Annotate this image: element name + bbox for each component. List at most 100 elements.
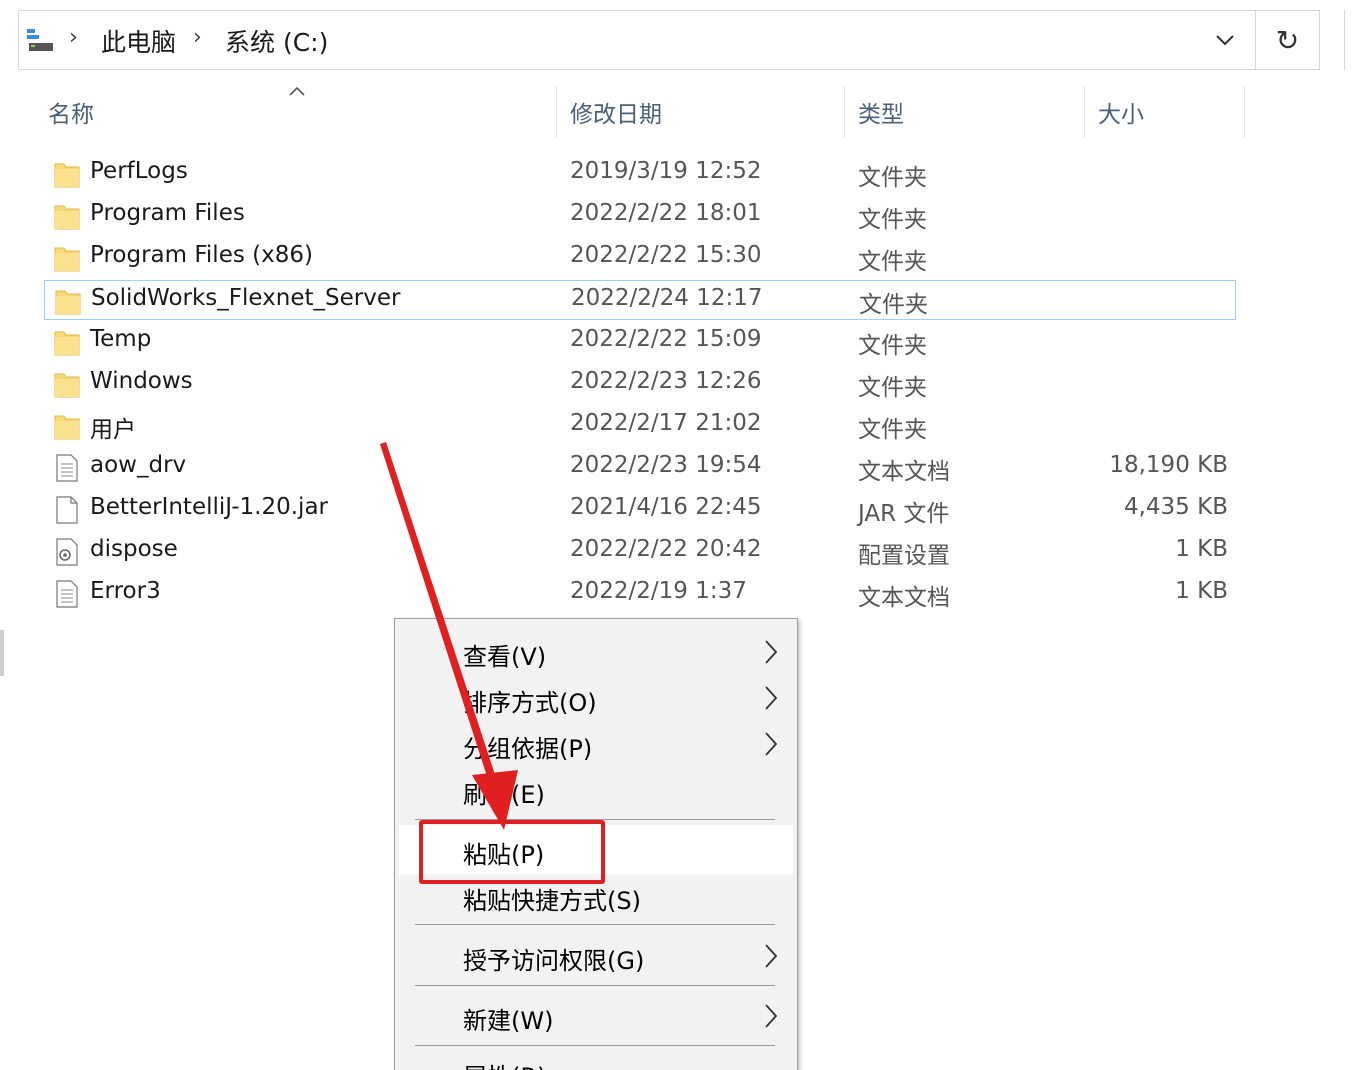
menu-separator: [415, 985, 775, 986]
nav-pane-scrollbar[interactable]: [0, 630, 4, 676]
context-menu-item[interactable]: 分组依据(P): [395, 721, 797, 767]
file-modified-date: 2022/2/17 21:02: [570, 410, 762, 436]
file-modified-date: 2021/4/16 22:45: [570, 494, 762, 520]
context-menu-item[interactable]: 新建(W): [395, 993, 797, 1039]
context-menu-item[interactable]: 查看(V): [395, 629, 797, 675]
breadcrumb-system-drive[interactable]: 系统 (C:): [225, 23, 328, 59]
file-modified-date: 2019/3/19 12:52: [570, 158, 762, 184]
file-modified-date: 2022/2/24 12:17: [571, 285, 763, 311]
column-header-size[interactable]: 大小: [1086, 84, 1244, 140]
context-menu-item[interactable]: 排序方式(O): [395, 675, 797, 721]
file-modified-date: 2022/2/22 20:42: [570, 536, 762, 562]
file-type: 文件夹: [858, 249, 927, 275]
context-menu-item-label: 分组依据(P): [463, 735, 593, 763]
column-divider[interactable]: [844, 86, 845, 138]
file-row[interactable]: dispose 2022/2/22 20:42 配置设置 1 KB: [44, 532, 1236, 572]
folder-icon: [54, 163, 80, 188]
config-file-icon: [56, 538, 78, 566]
file-type: JAR 文件: [858, 501, 950, 527]
chevron-right-icon: [765, 944, 778, 968]
file-name: Program Files (x86): [90, 242, 313, 268]
context-menu-item[interactable]: 属性(R): [395, 1049, 797, 1070]
column-header-type[interactable]: 类型: [846, 84, 1084, 140]
chevron-right-icon: [765, 686, 778, 710]
search-box-edge[interactable]: [1344, 10, 1358, 70]
file-size: 4,435 KB: [1123, 494, 1228, 520]
file-row[interactable]: Error3 2022/2/19 1:37 文本文档 1 KB: [44, 574, 1236, 614]
file-name: PerfLogs: [90, 158, 188, 184]
breadcrumb-separator: ›: [193, 25, 202, 50]
context-menu-item-label: 授予访问权限(G): [463, 947, 645, 975]
file-name: BetterIntelliJ-1.20.jar: [90, 494, 328, 520]
column-header-date[interactable]: 修改日期: [558, 84, 844, 140]
refresh-button[interactable]: ↻: [1256, 10, 1320, 70]
breadcrumb-this-pc[interactable]: 此电脑: [101, 23, 176, 59]
file-row[interactable]: Windows 2022/2/23 12:26 文件夹: [44, 364, 1236, 404]
chevron-right-icon: [765, 732, 778, 756]
paste-annotation-box: [419, 820, 605, 884]
file-row[interactable]: Program Files 2022/2/22 18:01 文件夹: [44, 196, 1236, 236]
breadcrumb-separator: ›: [69, 25, 78, 50]
folder-icon: [54, 247, 80, 272]
file-type: 配置设置: [858, 543, 950, 569]
file-type: 文件夹: [858, 417, 927, 443]
context-menu-item-label: 属性(R): [463, 1057, 546, 1070]
file-row[interactable]: 用户 2022/2/17 21:02 文件夹: [44, 406, 1236, 446]
file-size: 1 KB: [1175, 536, 1228, 562]
file-modified-date: 2022/2/23 12:26: [570, 368, 762, 394]
chevron-right-icon: [765, 1004, 778, 1028]
context-menu-item-label: 新建(W): [463, 1007, 554, 1035]
context-menu-item-label: 刷新(E): [463, 781, 545, 809]
file-type: 文件夹: [858, 207, 927, 233]
file-modified-date: 2022/2/22 15:30: [570, 242, 762, 268]
address-history-dropdown[interactable]: [1195, 11, 1255, 69]
file-name: Program Files: [90, 200, 245, 226]
file-name: SolidWorks_Flexnet_Server: [91, 285, 401, 311]
file-row[interactable]: Program Files (x86) 2022/2/22 15:30 文件夹: [44, 238, 1236, 278]
file-type: 文件夹: [859, 292, 928, 318]
file-explorer-window: › 此电脑 › 系统 (C:) ↻ 名称 修改日期 类型 大小 PerfLogs…: [0, 0, 1358, 1070]
file-name: aow_drv: [90, 452, 187, 478]
sort-ascending-icon: [289, 86, 305, 96]
refresh-icon: ↻: [1275, 23, 1300, 57]
file-row[interactable]: PerfLogs 2019/3/19 12:52 文件夹: [44, 154, 1236, 194]
context-menu-item-label: 粘贴快捷方式(S): [463, 887, 641, 915]
chevron-down-icon: [1216, 35, 1234, 46]
file-modified-date: 2022/2/22 15:09: [570, 326, 762, 352]
file-type: 文本文档: [858, 459, 950, 485]
folder-icon: [55, 290, 81, 315]
context-menu-item[interactable]: 授予访问权限(G): [395, 933, 797, 979]
column-header-type-label: 类型: [858, 102, 904, 128]
column-divider[interactable]: [1084, 86, 1085, 138]
menu-separator: [415, 1045, 775, 1046]
file-name: Windows: [90, 368, 193, 394]
file-row[interactable]: aow_drv 2022/2/23 19:54 文本文档 18,190 KB: [44, 448, 1236, 488]
column-divider[interactable]: [1244, 86, 1245, 138]
file-row[interactable]: Temp 2022/2/22 15:09 文件夹: [44, 322, 1236, 362]
column-divider[interactable]: [556, 86, 557, 138]
file-row[interactable]: BetterIntelliJ-1.20.jar 2021/4/16 22:45 JA…: [44, 490, 1236, 530]
context-menu-item[interactable]: 刷新(E): [395, 767, 797, 813]
file-modified-date: 2022/2/23 19:54: [570, 452, 762, 478]
folder-icon: [54, 415, 80, 440]
column-header-name-label: 名称: [48, 102, 94, 128]
blank-file-icon: [56, 496, 78, 524]
file-type: 文件夹: [858, 333, 927, 359]
file-name: dispose: [90, 536, 178, 562]
file-name: Temp: [90, 326, 152, 352]
folder-icon: [54, 205, 80, 230]
this-pc-icon: [27, 29, 53, 51]
column-header-date-label: 修改日期: [570, 102, 662, 128]
file-modified-date: 2022/2/19 1:37: [570, 578, 747, 604]
file-size: 18,190 KB: [1109, 452, 1228, 478]
file-modified-date: 2022/2/22 18:01: [570, 200, 762, 226]
file-type: 文件夹: [858, 165, 927, 191]
file-type: 文本文档: [858, 585, 950, 611]
address-bar[interactable]: › 此电脑 › 系统 (C:): [18, 10, 1256, 70]
text-document-icon: [56, 454, 78, 482]
file-type: 文件夹: [858, 375, 927, 401]
text-document-icon: [56, 580, 78, 608]
file-row[interactable]: SolidWorks_Flexnet_Server 2022/2/24 12:17…: [44, 280, 1236, 320]
chevron-right-icon: [765, 640, 778, 664]
file-name: 用户: [90, 417, 136, 443]
